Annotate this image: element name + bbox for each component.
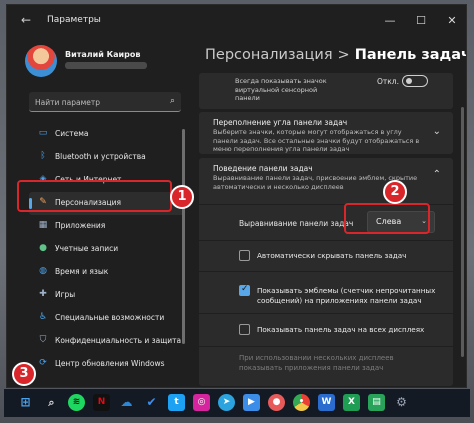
sidebar-item-label: Bluetooth и устройства (55, 152, 146, 161)
sidebar-item-bluetooth[interactable]: ᛒ Bluetooth и устройства (29, 146, 185, 169)
sidebar: Виталий Каиров ⌕ ▭ Система ᛒ Bluetooth и… (7, 37, 189, 387)
sidebar-item-label: Игры (55, 290, 76, 299)
back-arrow-icon[interactable]: ← (21, 13, 31, 27)
breadcrumb-parent[interactable]: Персонализация (205, 47, 333, 63)
sidebar-item-label: Конфиденциальность и защита (55, 336, 182, 345)
overflow-description: Выберите значки, которые могут отображат… (213, 128, 420, 153)
toggle-knob (406, 78, 412, 84)
autohide-label: Автоматически скрывать панель задач (257, 251, 407, 260)
badges-label-line1: Показывать эмблемы (счетчик непрочитанны… (257, 286, 436, 295)
multi-display-label-line2: показывать приложения панели задач (239, 364, 384, 372)
word-icon[interactable]: W (318, 394, 335, 411)
maximize-button[interactable]: ☐ (406, 11, 436, 31)
close-button[interactable]: ✕ (437, 11, 466, 31)
sidebar-item-label: Центр обновления Windows (55, 359, 165, 368)
behavior-title[interactable]: Поведение панели задач (213, 164, 313, 173)
window-title: Параметры (47, 15, 101, 25)
divider (199, 313, 453, 314)
step-badge-3: 3 (12, 362, 36, 386)
settings-icon[interactable]: ⚙ (393, 394, 410, 411)
toggle-state-label: Откл. (377, 77, 399, 86)
chevron-down-icon[interactable]: ⌄ (433, 126, 441, 137)
highlight-alignment-dropdown (344, 203, 430, 234)
sidebar-item-windows-update[interactable]: ⟳ Центр обновления Windows (29, 353, 185, 376)
user-email-redacted (65, 62, 147, 69)
todo-icon[interactable]: ✔ (143, 394, 160, 411)
minimize-button[interactable]: — (375, 11, 405, 31)
netflix-icon[interactable]: N (93, 394, 110, 411)
update-icon: ⟳ (39, 358, 47, 368)
sidebar-item-label: Учетные записи (55, 244, 119, 253)
divider (199, 240, 453, 241)
apps-icon: ▦ (38, 220, 48, 230)
all-displays-checkbox[interactable] (239, 324, 250, 335)
step-badge-1: 1 (170, 185, 194, 209)
sidebar-item-label: Система (55, 129, 89, 138)
title-bar: ← Параметры — ☐ ✕ (7, 5, 466, 37)
touchpad-toggle[interactable] (402, 75, 428, 87)
onedrive-icon[interactable]: ☁ (118, 394, 135, 411)
alignment-label: Выравнивание панели задач (239, 219, 354, 228)
step-badge-2: 2 (383, 180, 407, 204)
breadcrumb-separator: > (337, 47, 350, 63)
sheets-icon[interactable]: ▤ (368, 394, 385, 411)
sidebar-item-label: Приложения (55, 221, 106, 230)
highlight-personalization (17, 180, 172, 212)
all-displays-label: Показывать панель задач на всех дисплеях (257, 325, 425, 334)
sidebar-item-label: Время и язык (55, 267, 109, 276)
search-icon[interactable]: ⌕ (170, 96, 175, 106)
sidebar-item-label: Специальные возможности (55, 313, 165, 322)
sidebar-item-time-language[interactable]: ◍ Время и язык (29, 261, 185, 284)
globe-icon: ◍ (39, 266, 47, 276)
chevron-up-icon[interactable]: ⌃ (433, 169, 441, 180)
divider (199, 271, 453, 272)
twitter-icon[interactable]: t (168, 394, 185, 411)
content-scrollbar[interactable] (461, 107, 464, 357)
search-input[interactable] (35, 95, 155, 109)
behavior-section: Поведение панели задач Выравнивание пане… (199, 158, 453, 386)
taskbar: ⊞ ⌕ ≋ N ☁ ✔ t ◎ ➤ ▶ ● • W X ▤ ⚙ (4, 389, 470, 417)
sidebar-nav: ▭ Система ᛒ Bluetooth и устройства ◈ Сет… (29, 123, 185, 376)
avatar[interactable] (25, 45, 57, 77)
monitor-icon: ▭ (38, 128, 48, 138)
sidebar-item-gaming[interactable]: ✚ Игры (29, 284, 185, 307)
shield-icon: ⛉ (39, 335, 47, 345)
multi-display-label-line1: При использовании нескольких дисплеев (239, 354, 394, 362)
gamepad-icon: ✚ (39, 289, 47, 299)
excel-icon[interactable]: X (343, 394, 360, 411)
telegram-icon[interactable]: ➤ (218, 394, 235, 411)
overflow-title: Переполнение угла панели задач (213, 118, 348, 127)
touchpad-setting-text: Всегда показывать значок виртуальной сен… (235, 77, 327, 102)
sidebar-item-apps[interactable]: ▦ Приложения (29, 215, 185, 238)
page-title: Панель задач (354, 47, 467, 63)
spotify-icon[interactable]: ≋ (68, 394, 85, 411)
search-icon[interactable]: ⌕ (43, 394, 60, 411)
chrome-icon[interactable]: • (293, 394, 310, 411)
accessibility-icon: ♿ (38, 312, 48, 322)
user-name: Виталий Каиров (65, 50, 141, 59)
person-icon: ● (39, 243, 47, 253)
breadcrumb: Персонализация > Панель задач (205, 47, 467, 63)
overflow-section[interactable]: Переполнение угла панели задач Выберите … (199, 112, 453, 154)
autohide-checkbox[interactable] (239, 250, 250, 261)
sidebar-item-system[interactable]: ▭ Система (29, 123, 185, 146)
instagram-icon[interactable]: ◎ (193, 394, 210, 411)
sidebar-scrollbar[interactable] (182, 129, 185, 344)
video-icon[interactable]: ▶ (243, 394, 260, 411)
search-box[interactable]: ⌕ (29, 92, 181, 112)
divider (199, 346, 453, 347)
badges-checkbox[interactable] (239, 284, 250, 296)
touchpad-setting-card: Всегда показывать значок виртуальной сен… (199, 73, 453, 109)
media-icon[interactable]: ● (268, 394, 285, 411)
badges-label-line2: сообщений) на приложениях панели задач (257, 296, 422, 305)
sidebar-item-accounts[interactable]: ● Учетные записи (29, 238, 185, 261)
sidebar-item-privacy[interactable]: ⛉ Конфиденциальность и защита (29, 330, 185, 353)
bluetooth-icon: ᛒ (40, 151, 46, 161)
sidebar-item-accessibility[interactable]: ♿ Специальные возможности (29, 307, 185, 330)
start-icon[interactable]: ⊞ (17, 394, 34, 411)
